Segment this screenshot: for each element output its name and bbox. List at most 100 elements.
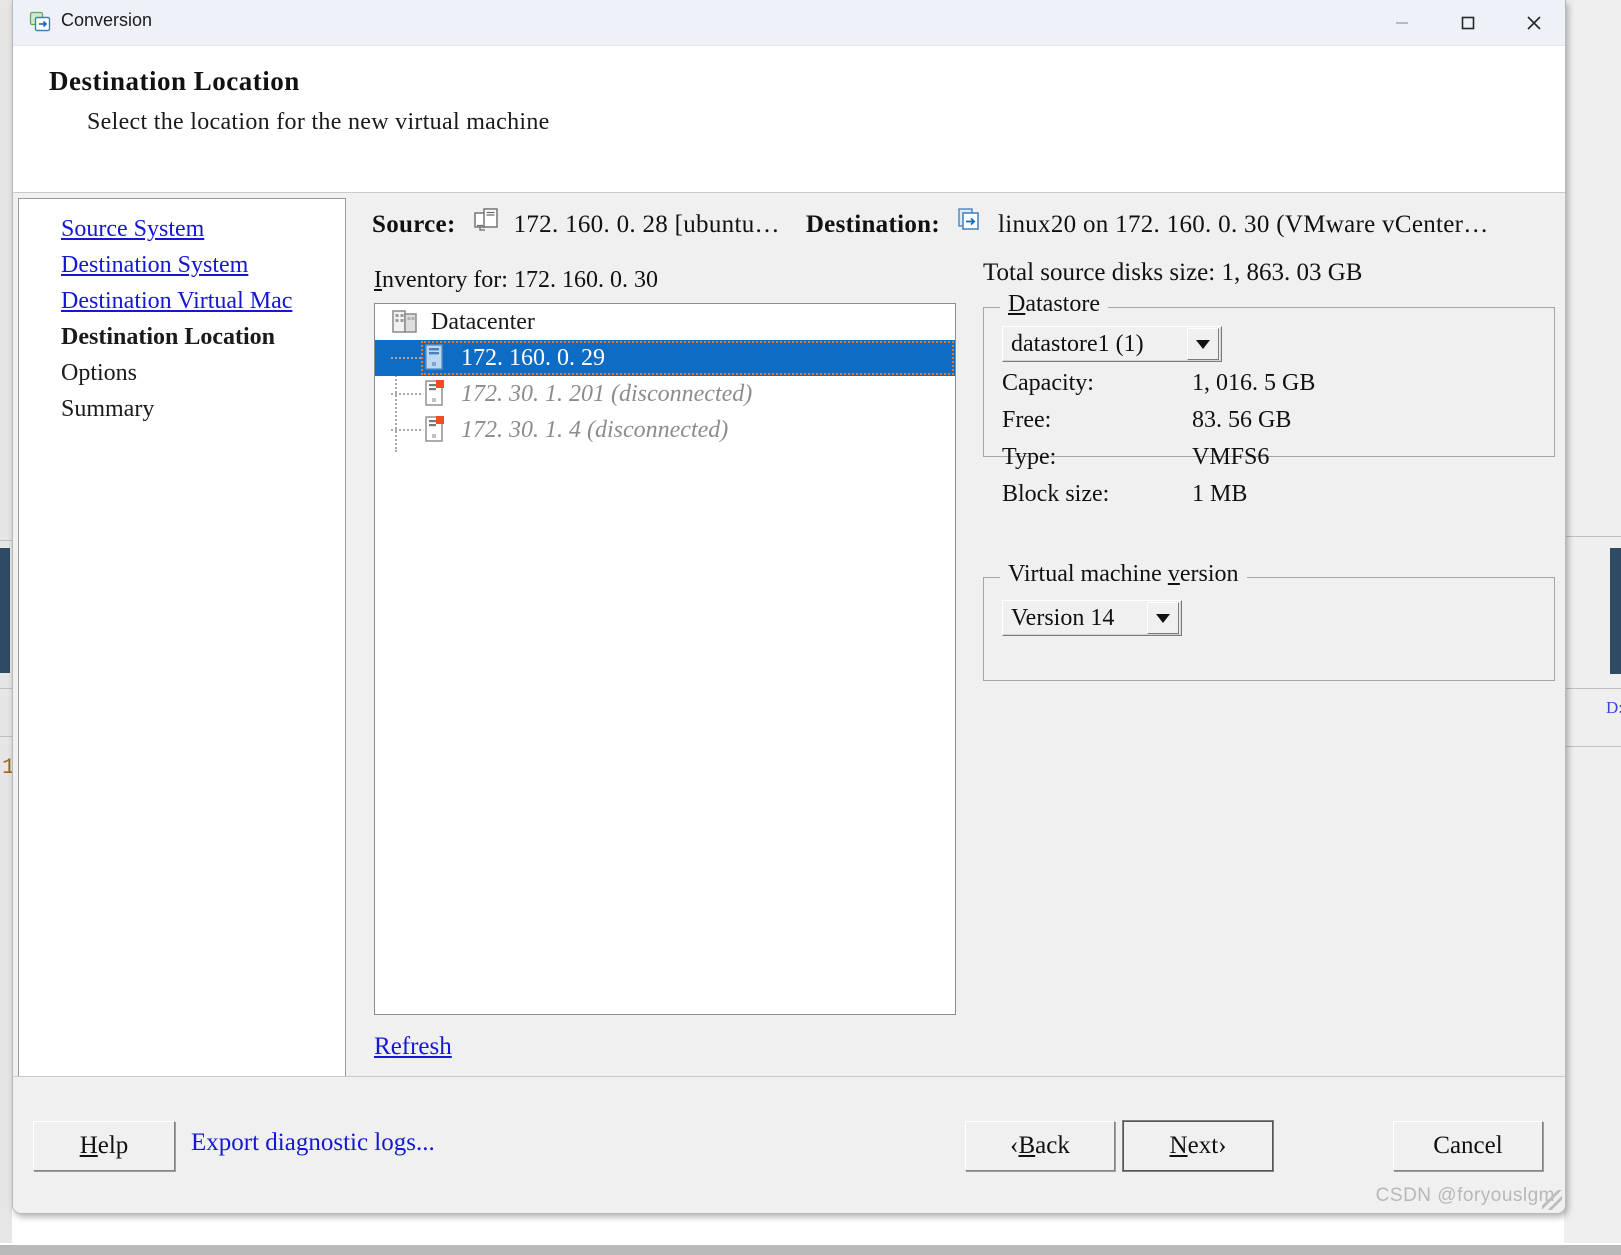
vm-version-group-legend: Virtual machine version (1000, 561, 1247, 588)
datastore-group: Datastore datastore1 (1) Capacity: 1, 016… (983, 291, 1555, 507)
next-chevron-right-icon: › (1218, 1132, 1227, 1159)
watermark: CSDN @foryouslgm (1375, 1185, 1555, 1206)
sidebar-item-destination-system[interactable]: Destination System (61, 247, 292, 283)
background-left-divider-1 (0, 540, 12, 541)
tree-indent (375, 357, 425, 359)
sidebar-item-summary[interactable]: Summary (61, 391, 292, 427)
datastore-legend-accel: D (1008, 291, 1026, 317)
tree-indent (375, 429, 425, 431)
next-label: ext (1187, 1132, 1219, 1159)
inventory-label-rest: nventory for: 172. 160. 0. 30 (382, 267, 658, 293)
sidebar-item-options[interactable]: Options (61, 355, 292, 391)
datastore-free-label: Free: (1002, 407, 1052, 433)
tree-item-host-disconnected-1[interactable]: 172. 30. 1. 201 (disconnected) (375, 376, 955, 412)
title-bar: Conversion (13, 0, 1565, 46)
vm-version-legend-accel: v (1167, 561, 1180, 587)
datastore-type-row: Type: VMFS6 (1002, 444, 1269, 471)
datastore-blocksize-row: Block size: 1 MB (1002, 481, 1247, 508)
sidebar-item-source-system[interactable]: Source System (61, 211, 292, 247)
vm-version-legend-rest: ersion (1179, 561, 1239, 587)
datastore-type-label: Type: (1002, 444, 1057, 470)
back-label: ack (1035, 1132, 1070, 1159)
maximize-button[interactable] (1437, 0, 1499, 45)
tree-dotted-connector (391, 429, 421, 431)
vm-version-select[interactable]: Version 14 (1002, 600, 1182, 636)
datastore-blocksize-label: Block size: (1002, 481, 1110, 507)
tree-item-host-selected[interactable]: 172. 160. 0. 29 (375, 340, 955, 376)
conversion-dialog: Conversion Destination Location Select t… (12, 0, 1566, 1214)
source-machine-icon (472, 206, 502, 243)
tree-item-datacenter[interactable]: Datacenter (375, 304, 955, 340)
resize-grip[interactable] (1542, 1190, 1562, 1210)
tree-item-host-disconnected-2[interactable]: 172. 30. 1. 4 (disconnected) (375, 412, 955, 448)
page-header: Destination Location Select the location… (13, 46, 1565, 193)
refresh-label: efresh (390, 1033, 452, 1060)
destination-value: linux20 on 172. 160. 0. 30 (VMware vCent… (997, 210, 1489, 238)
refresh-link[interactable]: Refresh (374, 1033, 452, 1061)
datastore-free-value: 83. 56 GB (1192, 407, 1292, 433)
background-left-divider-2 (0, 688, 12, 689)
help-accel: H (79, 1132, 98, 1159)
background-left-divider-3 (0, 736, 12, 737)
close-icon (1527, 15, 1541, 30)
datastore-capacity-value: 1, 016. 5 GB (1192, 370, 1316, 396)
wizard-steps-list: Source System Destination System Destina… (61, 211, 292, 427)
help-button[interactable]: Help (33, 1121, 175, 1171)
back-button[interactable]: ‹ Back (965, 1121, 1115, 1171)
datastore-capacity-label: Capacity: (1002, 370, 1094, 396)
focus-outline (421, 341, 954, 375)
vm-version-legend-pre: Virtual machine (1008, 561, 1168, 587)
destination-label: Destination: (805, 210, 940, 238)
datastore-capacity-row: Capacity: 1, 016. 5 GB (1002, 370, 1315, 397)
background-bottom-bar (0, 1245, 1621, 1255)
inventory-label: Inventory for: 172. 160. 0. 30 (374, 267, 658, 294)
dialog-body: Source System Destination System Destina… (13, 193, 1565, 1122)
back-accel: B (1018, 1132, 1036, 1159)
datastore-group-legend: Datastore (1000, 291, 1108, 318)
close-button[interactable] (1503, 0, 1565, 45)
source-destination-bar: Source: 172. 160. 0. 28 [ubuntu… Destina… (372, 206, 1489, 243)
tree-dotted-connector (391, 393, 421, 395)
tree-dotted-connector (391, 357, 421, 359)
tree-item-label: 172. 30. 1. 201 (disconnected) (461, 380, 753, 407)
window-title: Conversion (61, 10, 153, 30)
vm-version-group: Virtual machine version Version 14 (983, 561, 1555, 681)
back-chevron-left-icon: ‹ (1010, 1132, 1019, 1159)
inventory-tree[interactable]: Datacenter 172. 160. 0. 29 172. 30. 1. 2… (374, 303, 956, 1015)
inventory-label-accel: I (374, 267, 382, 293)
background-right-divider-1 (1564, 536, 1621, 537)
refresh-accel: R (374, 1033, 391, 1060)
source-label: Source: (372, 210, 456, 238)
sidebar-item-destination-location[interactable]: Destination Location (61, 319, 292, 355)
datastore-free-row: Free: 83. 56 GB (1002, 407, 1291, 434)
wizard-steps-panel: Source System Destination System Destina… (18, 198, 346, 1090)
next-button[interactable]: Next › (1123, 1121, 1273, 1171)
datacenter-icon (389, 306, 421, 338)
page-subtitle: Select the location for the new virtual … (87, 109, 550, 135)
help-label: elp (97, 1132, 129, 1159)
maximize-icon (1461, 16, 1475, 29)
tree-indent (375, 393, 425, 395)
datastore-type-value: VMFS6 (1192, 444, 1270, 470)
next-accel: N (1169, 1132, 1188, 1159)
background-left-dark-panel (0, 548, 10, 673)
host-disconnected-icon (419, 414, 451, 446)
destination-vm-icon (956, 206, 986, 243)
total-source-disks-size: Total source disks size: 1, 863. 03 GB (983, 259, 1363, 286)
export-diagnostic-logs-link[interactable]: Export diagnostic logs... (191, 1129, 435, 1157)
datastore-select[interactable]: datastore1 (1) (1002, 326, 1222, 362)
tree-item-label: 172. 30. 1. 4 (disconnected) (461, 416, 729, 443)
tree-item-label: Datacenter (431, 308, 535, 335)
background-right-text: D: (1606, 698, 1621, 717)
conversion-icon (29, 10, 53, 34)
datastore-selected-value: datastore1 (1) (1011, 330, 1144, 357)
dialog-footer: Help Export diagnostic logs... ‹ Back Ne… (13, 1076, 1565, 1213)
sidebar-item-destination-virtual-machine[interactable]: Destination Virtual Mac (61, 283, 292, 319)
cancel-button[interactable]: Cancel (1393, 1121, 1543, 1171)
chevron-down-icon[interactable] (1147, 602, 1179, 634)
datastore-legend-rest: atastore (1025, 291, 1100, 317)
minimize-icon (1396, 21, 1408, 24)
minimize-button[interactable] (1371, 0, 1433, 45)
source-value: 172. 160. 0. 28 [ubuntu… (513, 210, 780, 238)
chevron-down-icon[interactable] (1187, 328, 1219, 360)
